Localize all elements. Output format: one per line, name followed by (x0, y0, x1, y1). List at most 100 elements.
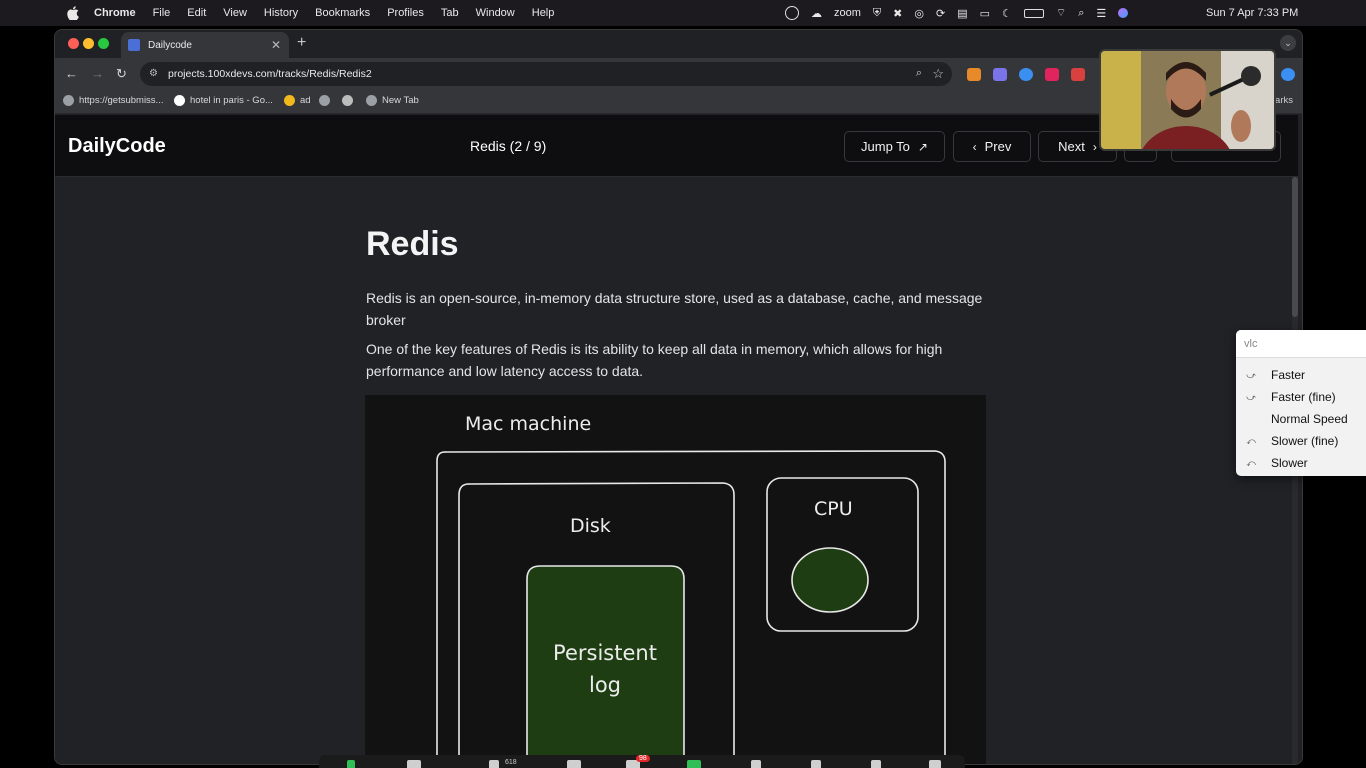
site-logo[interactable]: DailyCode (68, 135, 166, 158)
tab-close-icon[interactable]: ✕ (271, 38, 281, 52)
tab-search-chevron-icon[interactable]: ⌄ (1280, 35, 1296, 51)
persistent-log-label-line2: log (589, 673, 621, 697)
page-title: Redis (366, 225, 459, 263)
vlc-slower-fine-label: Slower (fine) (1271, 434, 1339, 448)
close-x-icon[interactable]: ✖ (893, 7, 902, 20)
extension-lock-icon[interactable] (1071, 68, 1085, 81)
tab-favicon (128, 39, 140, 51)
vlc-slower-label: Slower (1271, 456, 1308, 470)
siri-icon[interactable] (1118, 8, 1129, 18)
pause-share-icon[interactable] (751, 760, 761, 768)
new-tab-plus-icon[interactable]: + (297, 34, 306, 52)
vlc-faster-item[interactable]: ⤻ Faster (1236, 364, 1366, 386)
extension-cloud-icon[interactable] (993, 68, 1007, 81)
faster-icon: ⤻ (1246, 369, 1256, 380)
tab-dailycode[interactable]: Dailycode ✕ (121, 32, 289, 58)
globe-icon[interactable]: ◎ (914, 7, 924, 20)
paragraph-features: One of the key features of Redis is its … (366, 341, 943, 379)
menu-help[interactable]: Help (532, 7, 555, 19)
bookmark-item[interactable]: hotel in paris - Go... (174, 95, 273, 106)
vlc-faster-fine-item[interactable]: ⤻ Faster (fine) (1236, 386, 1366, 408)
site-info-icon[interactable]: ⚙ (149, 68, 158, 79)
menu-file[interactable]: File (153, 7, 171, 19)
display-icon[interactable]: ▭ (980, 7, 990, 20)
sync-icon[interactable]: ⟳ (936, 7, 945, 20)
video-camera-icon[interactable] (407, 760, 421, 768)
zoom-status-label[interactable]: zoom (834, 7, 861, 19)
extension-profile-icon[interactable] (1281, 68, 1295, 81)
control-center-icon[interactable]: ☰ (1096, 7, 1106, 20)
menu-tab[interactable]: Tab (441, 7, 459, 19)
extension-check-icon[interactable] (1019, 68, 1033, 81)
zoom-camera-feed[interactable] (1099, 49, 1276, 151)
timer-icon[interactable] (785, 6, 799, 20)
more-options-icon[interactable] (929, 760, 941, 768)
globe-icon (319, 95, 330, 106)
menu-edit[interactable]: Edit (187, 7, 206, 19)
circle-icon (342, 95, 353, 106)
microphone-icon[interactable] (347, 760, 355, 768)
extension-ms-icon[interactable] (1045, 68, 1059, 81)
close-window-button[interactable] (68, 38, 79, 49)
minimize-window-button[interactable] (83, 38, 94, 49)
bookmark-item[interactable] (319, 95, 335, 106)
zoom-magnifier-icon[interactable]: ⌕ (916, 67, 922, 80)
shield-icon[interactable]: ⛨ (873, 7, 881, 20)
participants-icon[interactable] (489, 760, 499, 768)
menu-view[interactable]: View (223, 7, 247, 19)
bookmark-item[interactable] (342, 95, 358, 106)
reload-icon[interactable]: ↻ (116, 66, 127, 82)
menu-window[interactable]: Window (476, 7, 515, 19)
all-bookmarks-label[interactable]: arks (1275, 95, 1293, 106)
bookmark-item[interactable]: https://getsubmiss... (63, 95, 163, 106)
menu-app-name[interactable]: Chrome (94, 7, 136, 19)
chat-icon[interactable] (567, 760, 581, 768)
menu-bookmarks[interactable]: Bookmarks (315, 7, 370, 19)
menu-profiles[interactable]: Profiles (387, 7, 424, 19)
vlc-faster-fine-label: Faster (fine) (1271, 390, 1336, 404)
diagram-svg: Mac machine Disk CPU Persistent log (436, 413, 946, 764)
address-bar[interactable]: ⚙ projects.100xdevs.com/tracks/Redis/Red… (140, 62, 952, 86)
menu-clock[interactable]: Sun 7 Apr 7:33 PM (1206, 7, 1298, 19)
persistent-log-box (526, 565, 685, 764)
more-apps-icon[interactable] (871, 760, 881, 768)
extension-fox-icon[interactable] (967, 68, 981, 81)
vlc-menu-search-field[interactable]: vlc (1236, 330, 1366, 358)
moon-icon[interactable]: ☾ (1002, 7, 1012, 20)
arrow-up-right-icon: ↗ (917, 139, 928, 154)
chevron-left-icon: ‹ (972, 139, 977, 154)
faster-fine-icon: ⤻ (1246, 391, 1256, 402)
apple-icon[interactable] (66, 6, 80, 20)
jump-to-button[interactable]: Jump To ↗ (844, 131, 945, 162)
paragraph-intro: Redis is an open-source, in-memory data … (366, 290, 983, 328)
slower-icon: ⤺ (1246, 457, 1256, 468)
forward-arrow-icon[interactable]: → (91, 66, 104, 81)
spotlight-search-icon[interactable]: ⌕ (1078, 7, 1084, 20)
cloud-icon[interactable]: ☁ (811, 7, 822, 20)
bookmark-item[interactable]: New Tab (366, 95, 419, 106)
page-scrollbar-thumb[interactable] (1292, 177, 1298, 317)
vlc-slower-fine-item[interactable]: ⤺ Slower (fine) (1236, 430, 1366, 452)
battery-icon[interactable] (1023, 8, 1044, 18)
annotate-icon[interactable] (811, 760, 821, 768)
chevron-right-icon: › (1092, 139, 1097, 154)
web-page: DailyCode Redis (2 / 9) Jump To ↗ ‹ Prev… (55, 115, 1298, 764)
wifi-icon[interactable]: ⌔ (1056, 6, 1066, 20)
jump-to-label: Jump To (861, 139, 910, 154)
back-arrow-icon[interactable]: ← (65, 66, 78, 81)
cpu-label: CPU (814, 498, 853, 520)
prev-button[interactable]: ‹ Prev (953, 131, 1031, 162)
bookmark-star-icon[interactable]: ☆ (932, 66, 944, 82)
bookmark-item[interactable]: ad (284, 95, 311, 106)
disk-label: Disk (570, 515, 611, 537)
vlc-slower-item[interactable]: ⤺ Slower (1236, 452, 1366, 474)
zoom-meeting-controls: 618 98 (319, 755, 965, 768)
machine-box-left (436, 451, 446, 764)
menu-history[interactable]: History (264, 7, 298, 19)
document-icon[interactable]: ▤ (957, 7, 967, 20)
share-screen-icon[interactable] (687, 760, 701, 768)
maximize-window-button[interactable] (98, 38, 109, 49)
vlc-playback-speed-menu: vlc ⤻ Faster ⤻ Faster (fine) Normal Spee… (1236, 330, 1366, 476)
cpu-core-circle (791, 547, 869, 613)
vlc-normal-speed-item[interactable]: Normal Speed (1236, 408, 1366, 430)
